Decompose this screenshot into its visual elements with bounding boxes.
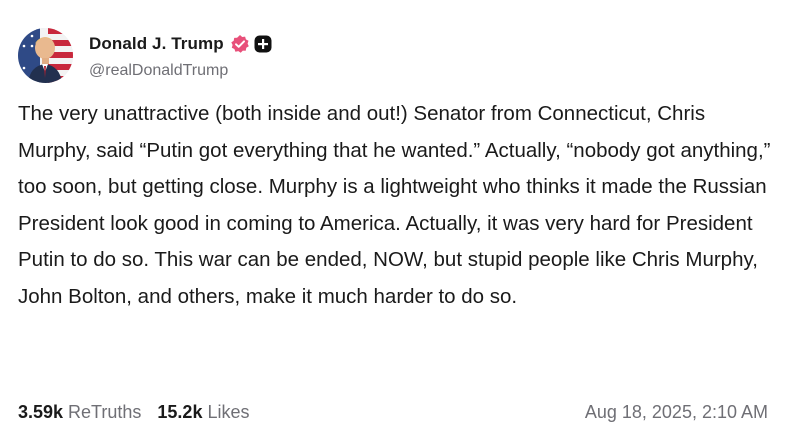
avatar[interactable] [18,28,73,83]
retruths-count: 3.59k [18,402,64,422]
likes-stat[interactable]: 15.2k Likes [157,402,249,423]
post-stats: 3.59k ReTruths 15.2k Likes [18,402,249,423]
post-timestamp[interactable]: Aug 18, 2025, 2:10 AM [585,402,768,423]
retruths-label: ReTruths [68,402,142,422]
avatar-image [18,28,73,83]
author-handle[interactable]: @realDonaldTrump [89,62,228,80]
likes-count: 15.2k [157,402,203,422]
author-display-name[interactable]: Donald J. Trump [89,34,224,54]
verified-badge-icon [230,34,250,54]
post-card: Donald J. Trump @realDonaldTrump The ver… [0,0,800,445]
retruths-stat[interactable]: 3.59k ReTruths [18,402,141,423]
author-name-row: Donald J. Trump [89,33,272,55]
plus-badge-icon [254,35,272,53]
likes-label: Likes [207,402,250,422]
post-text: The very unattractive (both inside and o… [18,102,777,308]
